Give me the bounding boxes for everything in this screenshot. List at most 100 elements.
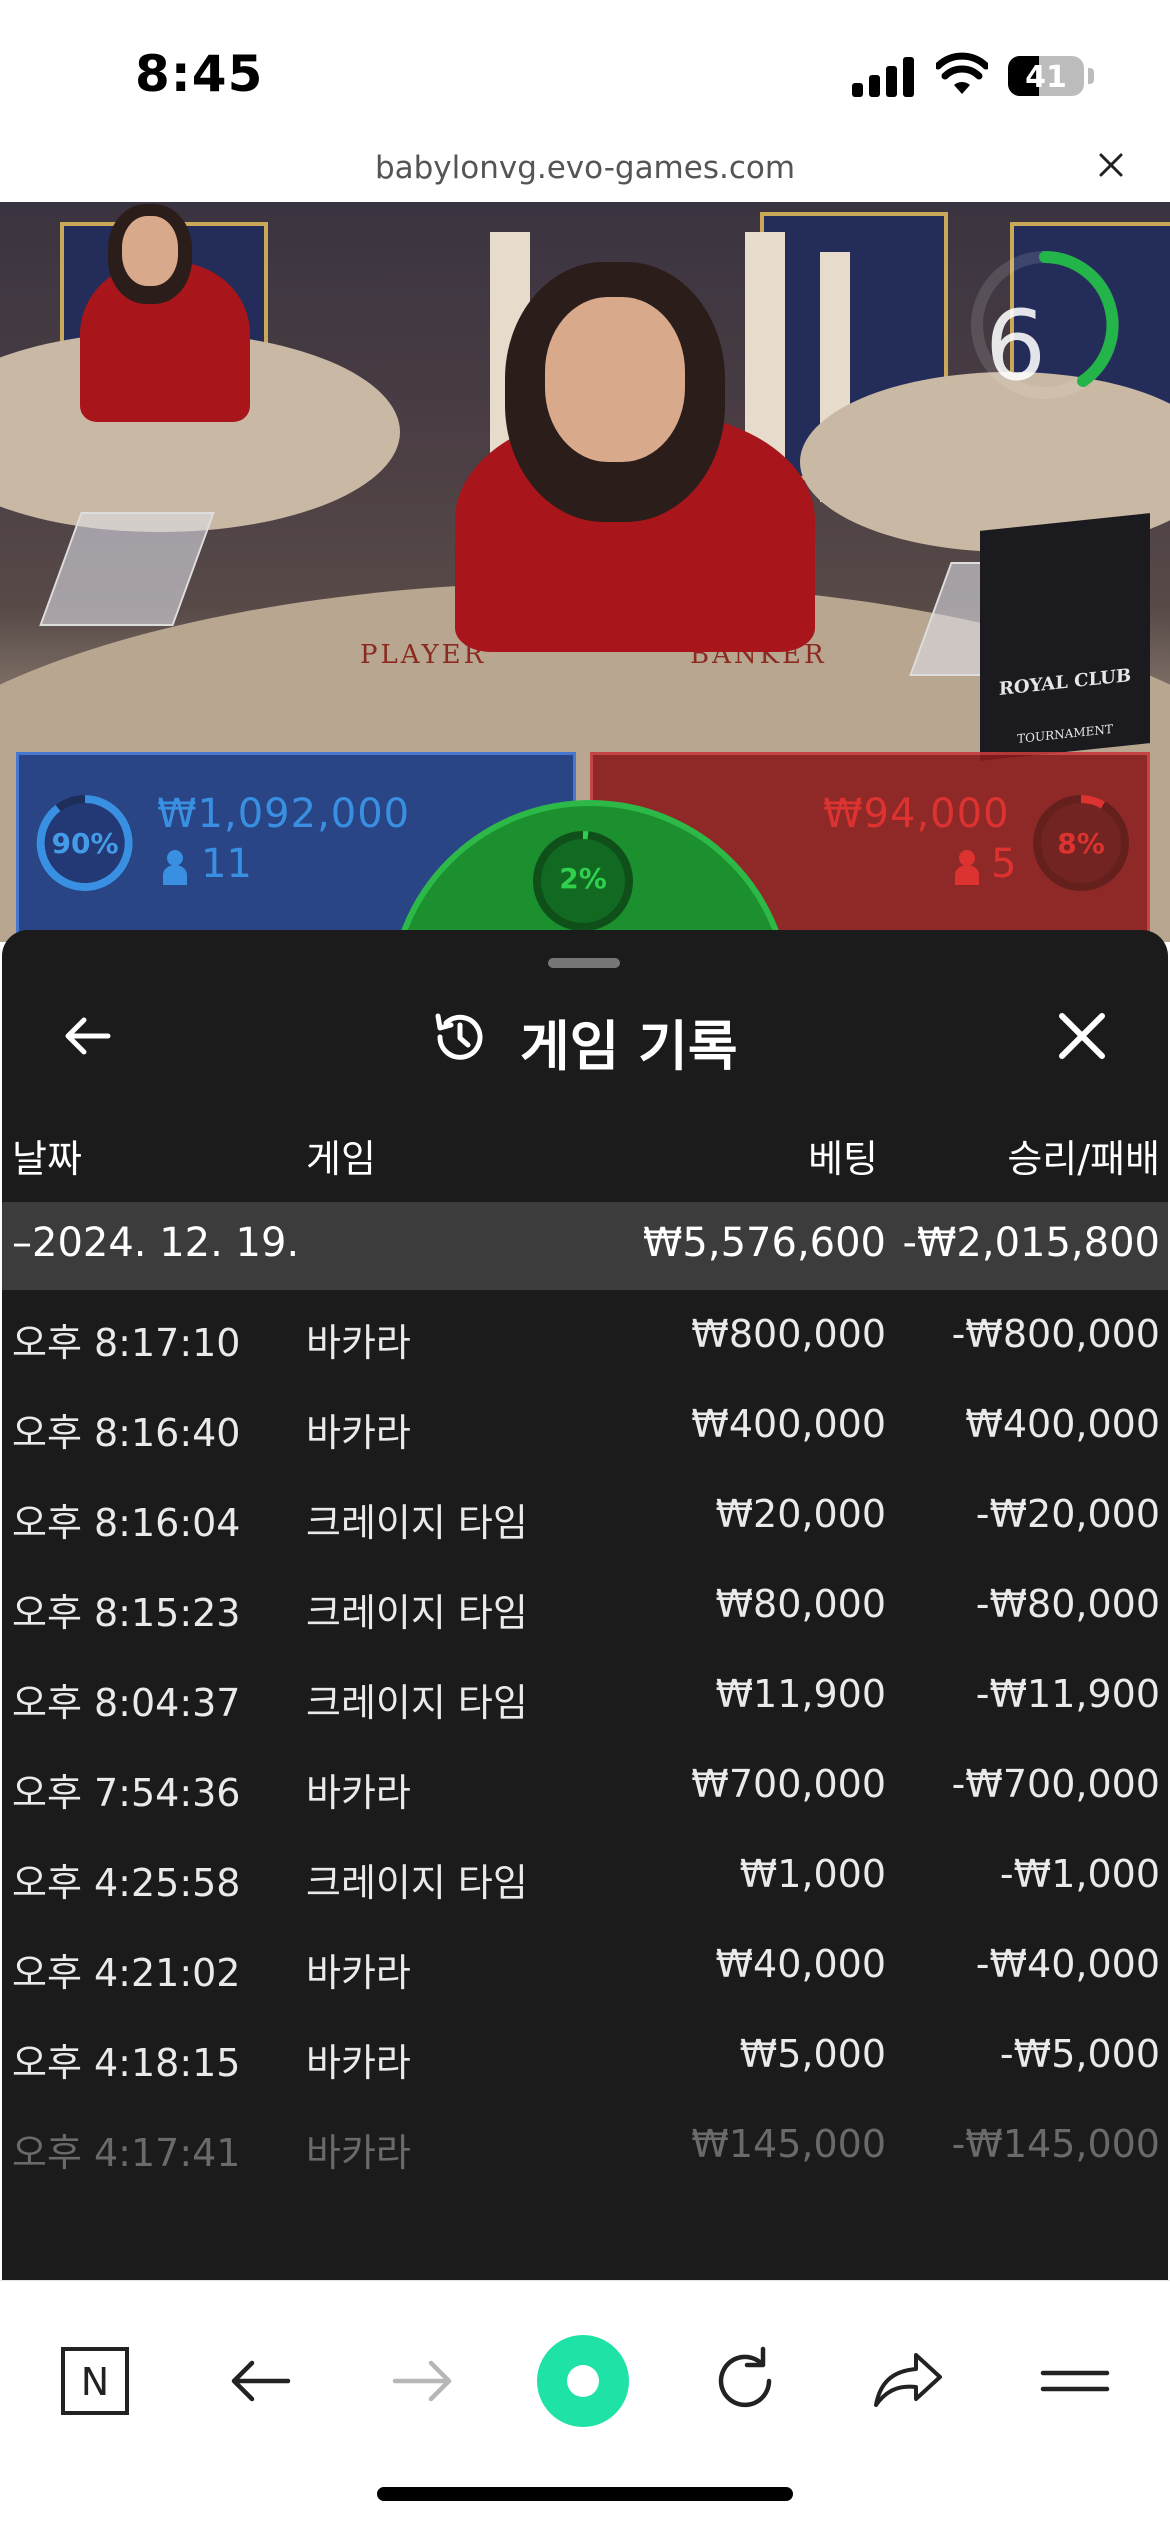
history-row[interactable]: 오후 8:16:04 크레이지 타임 ₩20,000 -₩20,000: [2, 1470, 1168, 1560]
date-group-row[interactable]: –2024. 12. 19. ₩5,576,600 -₩2,015,800: [2, 1202, 1168, 1290]
history-row[interactable]: 오후 8:17:10 바카라 ₩800,000 -₩800,000: [2, 1290, 1168, 1380]
row-bet: ₩800,000: [691, 1312, 886, 1356]
date-group-result-total: -₩2,015,800: [902, 1220, 1160, 1266]
history-row[interactable]: 오후 4:25:58 크레이지 타임 ₩1,000 -₩1,000: [2, 1830, 1168, 1920]
home-indicator[interactable]: [377, 2487, 793, 2501]
back-arrow-icon[interactable]: [58, 1006, 118, 1066]
sign-subtitle: TOURNAMENT: [1017, 721, 1113, 747]
row-game: 바카라: [306, 2131, 411, 2175]
person-icon: [163, 850, 187, 885]
cellular-signal-icon: [852, 55, 914, 97]
row-game: 크레이지 타임: [306, 1861, 528, 1905]
row-result: -₩20,000: [975, 1492, 1160, 1536]
person-icon: [955, 850, 979, 885]
url-bar[interactable]: babylonvg.evo-games.com: [0, 150, 1170, 202]
sheet-grabber[interactable]: [548, 958, 620, 968]
close-icon[interactable]: [1094, 148, 1128, 182]
banker-bettor-count: 5: [991, 841, 1017, 887]
row-time: 오후 7:54:36: [12, 1771, 241, 1815]
row-result: -₩700,000: [951, 1762, 1160, 1806]
history-row[interactable]: 오후 8:16:40 바카라 ₩400,000 ₩400,000: [2, 1380, 1168, 1470]
row-game: 크레이지 타임: [306, 1681, 528, 1725]
url-domain[interactable]: babylonvg.evo-games.com: [0, 150, 1170, 186]
row-result: -₩11,900: [975, 1672, 1160, 1716]
row-result: -₩145,000: [951, 2122, 1160, 2166]
row-time: 오후 8:17:10: [12, 1321, 241, 1365]
row-time: 오후 4:18:15: [12, 2041, 241, 2085]
history-rows: 오후 8:17:10 바카라 ₩800,000 -₩800,000 오후 8:1…: [2, 1290, 1168, 2190]
card-shoe: [39, 512, 215, 626]
row-time: 오후 8:16:04: [12, 1501, 241, 1545]
sign-title: ROYAL CLUB: [998, 665, 1132, 700]
column-header-result: 승리/패배: [1007, 1137, 1160, 1181]
status-bar: 8:45 41: [0, 0, 1170, 150]
row-bet: ₩40,000: [715, 1942, 886, 1986]
row-game: 바카라: [306, 1321, 411, 1365]
player-bettor-count: 11: [201, 841, 252, 887]
player-percent: 90%: [51, 827, 119, 860]
row-time: 오후 4:21:02: [12, 1951, 241, 1995]
row-result: -₩80,000: [975, 1582, 1160, 1626]
column-header-bet: 베팅: [808, 1137, 878, 1181]
row-time: 오후 4:25:58: [12, 1861, 241, 1905]
menu-icon[interactable]: [1035, 2341, 1115, 2421]
forward-arrow-icon[interactable]: [383, 2341, 463, 2421]
row-result: -₩40,000: [975, 1942, 1160, 1986]
game-history-sheet: 게임 기록 날짜 게임 베팅 승리/패배 –2024. 12. 19. ₩5,5…: [2, 930, 1168, 2280]
green-dot-icon[interactable]: [535, 2333, 631, 2429]
row-bet: ₩1,000: [739, 1852, 886, 1896]
history-row[interactable]: 오후 4:18:15 바카라 ₩5,000 -₩5,000: [2, 2010, 1168, 2100]
history-row[interactable]: 오후 4:21:02 바카라 ₩40,000 -₩40,000: [2, 1920, 1168, 2010]
row-bet: ₩700,000: [691, 1762, 886, 1806]
row-game: 바카라: [306, 1411, 411, 1455]
tie-percent: 2%: [559, 862, 607, 895]
row-result: -₩800,000: [951, 1312, 1160, 1356]
row-game: 바카라: [306, 1771, 411, 1815]
row-result: -₩1,000: [999, 1852, 1160, 1896]
row-game: 바카라: [306, 1951, 411, 1995]
history-row[interactable]: 오후 8:15:23 크레이지 타임 ₩80,000 -₩80,000: [2, 1560, 1168, 1650]
battery-icon: 41: [1008, 56, 1084, 96]
row-bet: ₩5,000: [739, 2032, 886, 2076]
history-row[interactable]: 오후 7:54:36 바카라 ₩700,000 -₩700,000: [2, 1740, 1168, 1830]
row-time: 오후 4:17:41: [12, 2131, 241, 2175]
banker-percent: 8%: [1057, 827, 1105, 860]
row-bet: ₩400,000: [691, 1402, 886, 1446]
date-group-date: –2024. 12. 19.: [12, 1220, 300, 1266]
royal-club-sign: ROYAL CLUB TOURNAMENT: [980, 513, 1150, 761]
column-header-date: 날짜: [12, 1137, 82, 1181]
row-time: 오후 8:15:23: [12, 1591, 241, 1635]
column-header-game: 게임: [306, 1137, 376, 1181]
back-arrow-icon[interactable]: [220, 2341, 300, 2421]
date-group-bet-total: ₩5,576,600: [642, 1220, 886, 1266]
row-game: 바카라: [306, 2041, 411, 2085]
close-icon[interactable]: [1052, 1006, 1112, 1066]
row-time: 오후 8:04:37: [12, 1681, 241, 1725]
row-time: 오후 8:16:40: [12, 1411, 241, 1455]
history-row[interactable]: 오후 8:04:37 크레이지 타임 ₩11,900 -₩11,900: [2, 1650, 1168, 1740]
player-bet-amount: ₩1,092,000: [157, 791, 411, 837]
row-bet: ₩145,000: [691, 2122, 886, 2166]
row-game: 크레이지 타임: [306, 1591, 528, 1635]
countdown-timer: 6: [985, 290, 1047, 402]
history-icon: [435, 1013, 483, 1060]
naver-n-icon[interactable]: N: [55, 2341, 135, 2421]
row-game: 크레이지 타임: [306, 1501, 528, 1545]
dealer-left-face: [122, 216, 178, 286]
reload-icon[interactable]: [705, 2341, 785, 2421]
row-result: -₩5,000: [999, 2032, 1160, 2076]
banker-bet-amount: ₩94,000: [823, 791, 1010, 837]
wifi-icon: [936, 52, 988, 94]
row-bet: ₩80,000: [715, 1582, 886, 1626]
row-bet: ₩11,900: [715, 1672, 886, 1716]
clock-time: 8:45: [135, 45, 264, 103]
share-icon[interactable]: [868, 2341, 948, 2421]
row-result: ₩400,000: [965, 1402, 1160, 1446]
history-row[interactable]: 오후 4:17:41 바카라 ₩145,000 -₩145,000: [2, 2100, 1168, 2190]
naver-letter: N: [81, 2360, 109, 2404]
sheet-title: 게임 기록: [520, 1015, 738, 1078]
dealer-main-face: [545, 297, 685, 462]
battery-percent: 41: [1025, 60, 1067, 95]
row-bet: ₩20,000: [715, 1492, 886, 1536]
battery-tip: [1088, 68, 1094, 84]
